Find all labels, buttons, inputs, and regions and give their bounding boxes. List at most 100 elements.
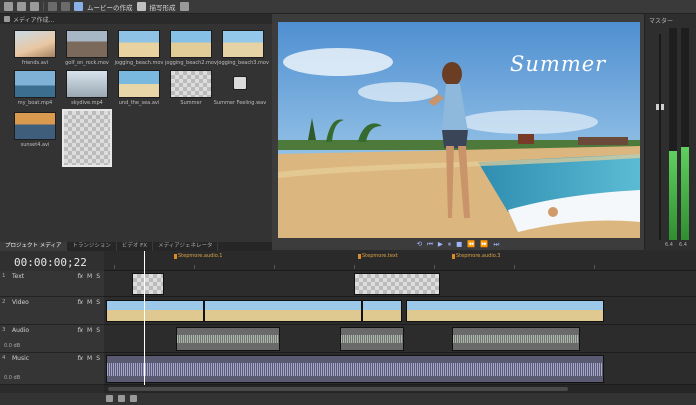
timeline-marker[interactable]: Stepmore.audio.3 (451, 253, 500, 259)
media-label: jogging_beach3.mov (217, 60, 269, 66)
project-media-panel: メディア作成... friends.avi golf_on_rock.mov j… (0, 14, 272, 244)
media-thumb-summer-title[interactable] (170, 70, 212, 98)
track-header-video[interactable]: 2 Video fx M S (0, 297, 104, 325)
title-overlay-text[interactable]: Summer (510, 52, 606, 76)
timeline-header: 00:00:00;22 (0, 251, 104, 271)
track-name[interactable]: Text (12, 273, 24, 280)
ripple-icon[interactable] (130, 395, 137, 402)
play-icon[interactable]: ▶ (438, 240, 443, 248)
ruler-tick (434, 265, 452, 269)
media-label: Summer (180, 100, 202, 106)
tab-video-fx[interactable]: ビデオ FX (117, 242, 154, 251)
video-clip[interactable] (106, 300, 204, 322)
media-thumb-jogging[interactable] (118, 30, 160, 58)
make-movie-button[interactable]: ムービーの作成 (87, 2, 133, 12)
next-frame-icon[interactable]: ⏩ (480, 240, 488, 248)
track-volume[interactable]: 0.0 dB (4, 343, 20, 349)
timeline-marker[interactable]: Stepmore.audio.1 (173, 253, 222, 259)
mute-button[interactable]: M (87, 327, 92, 334)
mute-button[interactable]: M (87, 355, 92, 362)
media-thumb-skydive[interactable] (66, 70, 108, 98)
redo-icon[interactable] (61, 2, 70, 11)
audio-file-icon[interactable] (233, 76, 247, 90)
media-thumb-golf[interactable] (66, 30, 108, 58)
timeline-scrollbar[interactable] (108, 387, 568, 391)
timeline-marker[interactable]: Stepmore.text (358, 253, 398, 259)
play-from-start-icon[interactable]: ⏮ (427, 240, 433, 249)
solo-button[interactable]: S (96, 299, 100, 306)
stop-icon[interactable]: ■ (456, 240, 462, 248)
track-lane-video[interactable] (104, 297, 696, 325)
status-bar (0, 393, 696, 405)
pause-icon[interactable]: ⏸ (448, 240, 451, 249)
fx-icon[interactable]: fx (77, 327, 83, 334)
master-fader-track[interactable] (659, 34, 661, 240)
media-thumb-sunset[interactable] (14, 112, 56, 140)
loop-icon[interactable]: ⟲ (417, 240, 422, 248)
mute-button[interactable]: M (87, 273, 92, 280)
track-controls: fx M S (77, 355, 100, 362)
make-movie-icon[interactable] (74, 2, 83, 11)
track-volume[interactable]: 0.0 dB (4, 375, 20, 381)
tab-media-generators[interactable]: メディアジェネレータ (153, 242, 219, 251)
fx-icon[interactable]: fx (77, 273, 83, 280)
fx-icon[interactable]: fx (77, 299, 83, 306)
track-header-music[interactable]: 4 Music fx M S 0.0 dB (0, 353, 104, 385)
video-clip[interactable] (406, 300, 604, 322)
music-clip[interactable] (106, 355, 604, 383)
video-clip[interactable] (204, 300, 362, 322)
solo-button[interactable]: S (96, 327, 100, 334)
help-icon[interactable] (179, 2, 189, 11)
audio-clip[interactable] (176, 327, 280, 351)
undo-icon[interactable] (48, 2, 57, 11)
mute-button[interactable]: M (87, 299, 92, 306)
track-controls: fx M S (77, 299, 100, 306)
media-thumb-under-sea[interactable] (118, 70, 160, 98)
track-lane-music[interactable] (104, 353, 696, 385)
preview-frame[interactable]: Summer (278, 22, 640, 238)
import-icon[interactable] (4, 16, 10, 22)
media-label: golf_on_rock.mov (65, 60, 109, 66)
media-thumb-boat[interactable] (14, 70, 56, 98)
media-thumb-jogging3[interactable] (222, 30, 264, 58)
close-icon[interactable] (106, 395, 113, 402)
master-bus-panel: マスター 6.4 6.4 (644, 14, 696, 250)
timeline-ruler[interactable]: Stepmore.audio.1 Stepmore.text Stepmore.… (104, 251, 696, 271)
media-label: friends.avi (21, 60, 49, 66)
render-button[interactable]: 描写形成 (150, 2, 176, 12)
snap-icon[interactable] (118, 395, 125, 402)
track-header-text[interactable]: 1 Text fx M S (0, 271, 104, 297)
tab-transitions[interactable]: トランジション (67, 242, 117, 251)
folder-icon[interactable] (4, 2, 13, 11)
track-name[interactable]: Video (12, 299, 29, 306)
text-clip[interactable] (132, 273, 164, 295)
solo-button[interactable]: S (96, 355, 100, 362)
video-clip[interactable] (362, 300, 402, 322)
media-header-label[interactable]: メディア作成... (13, 15, 54, 24)
solo-button[interactable]: S (96, 273, 100, 280)
go-end-icon[interactable]: ⏭ (494, 240, 500, 249)
audio-clip[interactable] (452, 327, 580, 351)
grid-icon[interactable] (30, 2, 39, 11)
track-controls: fx M S (77, 273, 100, 280)
fx-icon[interactable]: fx (77, 355, 83, 362)
media-thumb-selected[interactable] (62, 109, 112, 167)
track-lane-text[interactable] (104, 271, 696, 297)
master-meter-right (681, 28, 689, 240)
media-label: Summer Feeling.wav (213, 100, 267, 106)
media-thumb-jogging2[interactable] (170, 30, 212, 58)
audio-clip[interactable] (340, 327, 404, 351)
save-icon[interactable] (17, 2, 26, 11)
text-clip[interactable] (354, 273, 440, 295)
playhead[interactable] (144, 251, 145, 385)
tab-project-media[interactable]: プロジェクト メディア (0, 242, 68, 251)
track-name[interactable]: Music (12, 355, 29, 362)
master-title: マスター (649, 18, 674, 25)
prev-frame-icon[interactable]: ⏪ (467, 240, 475, 248)
media-thumb-friends[interactable] (14, 30, 56, 58)
track-name[interactable]: Audio (12, 327, 29, 334)
track-lane-audio[interactable] (104, 325, 696, 353)
ruler-tick (514, 265, 532, 269)
track-header-audio[interactable]: 3 Audio fx M S 0.0 dB (0, 325, 104, 353)
render-icon[interactable] (136, 2, 146, 11)
